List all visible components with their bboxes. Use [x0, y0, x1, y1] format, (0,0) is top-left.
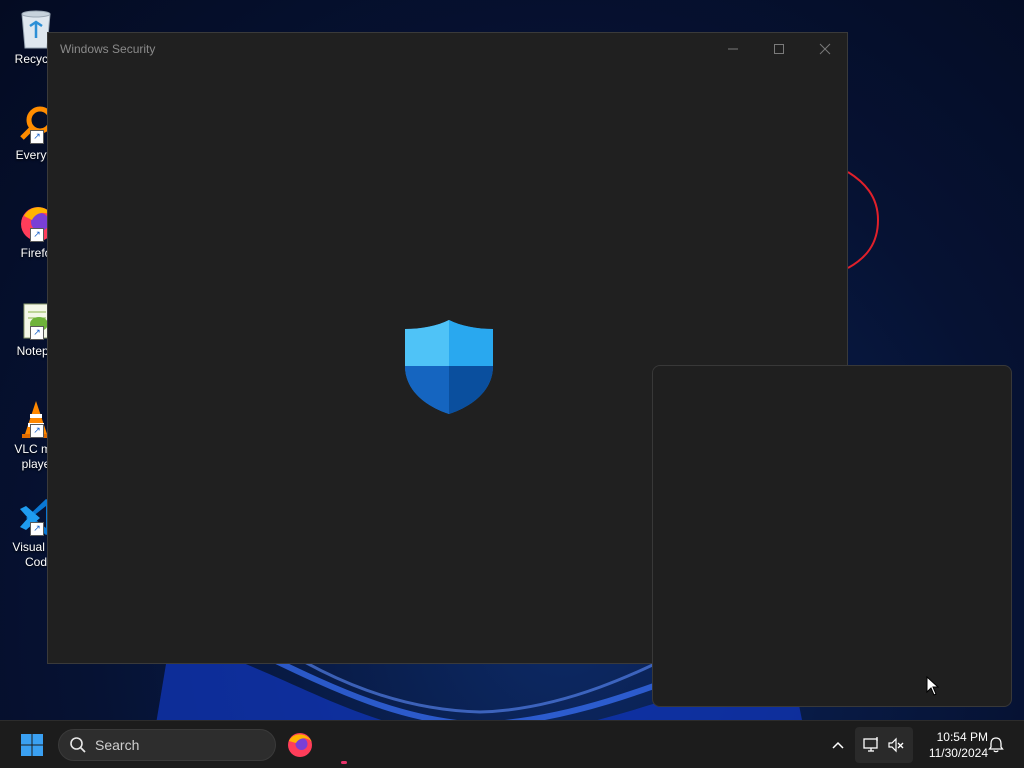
taskbar-search-box[interactable]: Search: [58, 729, 276, 761]
taskbar-running-indicator: [341, 761, 347, 764]
close-button[interactable]: [802, 33, 848, 65]
shortcut-arrow-icon: ↗: [30, 326, 44, 340]
taskbar-firefox-button[interactable]: [286, 731, 314, 759]
minimize-button[interactable]: [710, 33, 756, 65]
start-button[interactable]: [20, 733, 44, 757]
maximize-icon: [774, 44, 784, 54]
close-icon: [819, 43, 831, 55]
taskbar-clock[interactable]: 10:54 PM 11/30/2024: [912, 729, 988, 761]
shortcut-arrow-icon: ↗: [30, 522, 44, 536]
minimize-icon: [728, 48, 738, 50]
search-icon: [70, 737, 86, 753]
notification-bell-icon[interactable]: [986, 735, 1006, 755]
clock-time: 10:54 PM: [936, 730, 988, 744]
show-hidden-icons-chevron-icon[interactable]: [828, 735, 848, 755]
clock-date: 11/30/2024: [928, 746, 988, 760]
shortcut-arrow-icon: ↗: [30, 130, 44, 144]
red-annotation-scribble: [847, 171, 880, 269]
mouse-cursor-icon: [926, 676, 940, 696]
network-icon: [863, 737, 878, 752]
shortcut-arrow-icon: ↗: [30, 228, 44, 242]
search-placeholder: Search: [95, 737, 140, 753]
windows-security-shield-icon: [405, 320, 493, 414]
shortcut-arrow-icon: ↗: [30, 424, 44, 438]
volume-muted-icon: [888, 737, 904, 753]
window-title: Windows Security: [60, 42, 156, 56]
empty-flyout-panel: [652, 365, 1012, 707]
maximize-button[interactable]: [756, 33, 802, 65]
taskbar: Search 10:54 PM 11/30/2024: [0, 720, 1024, 768]
